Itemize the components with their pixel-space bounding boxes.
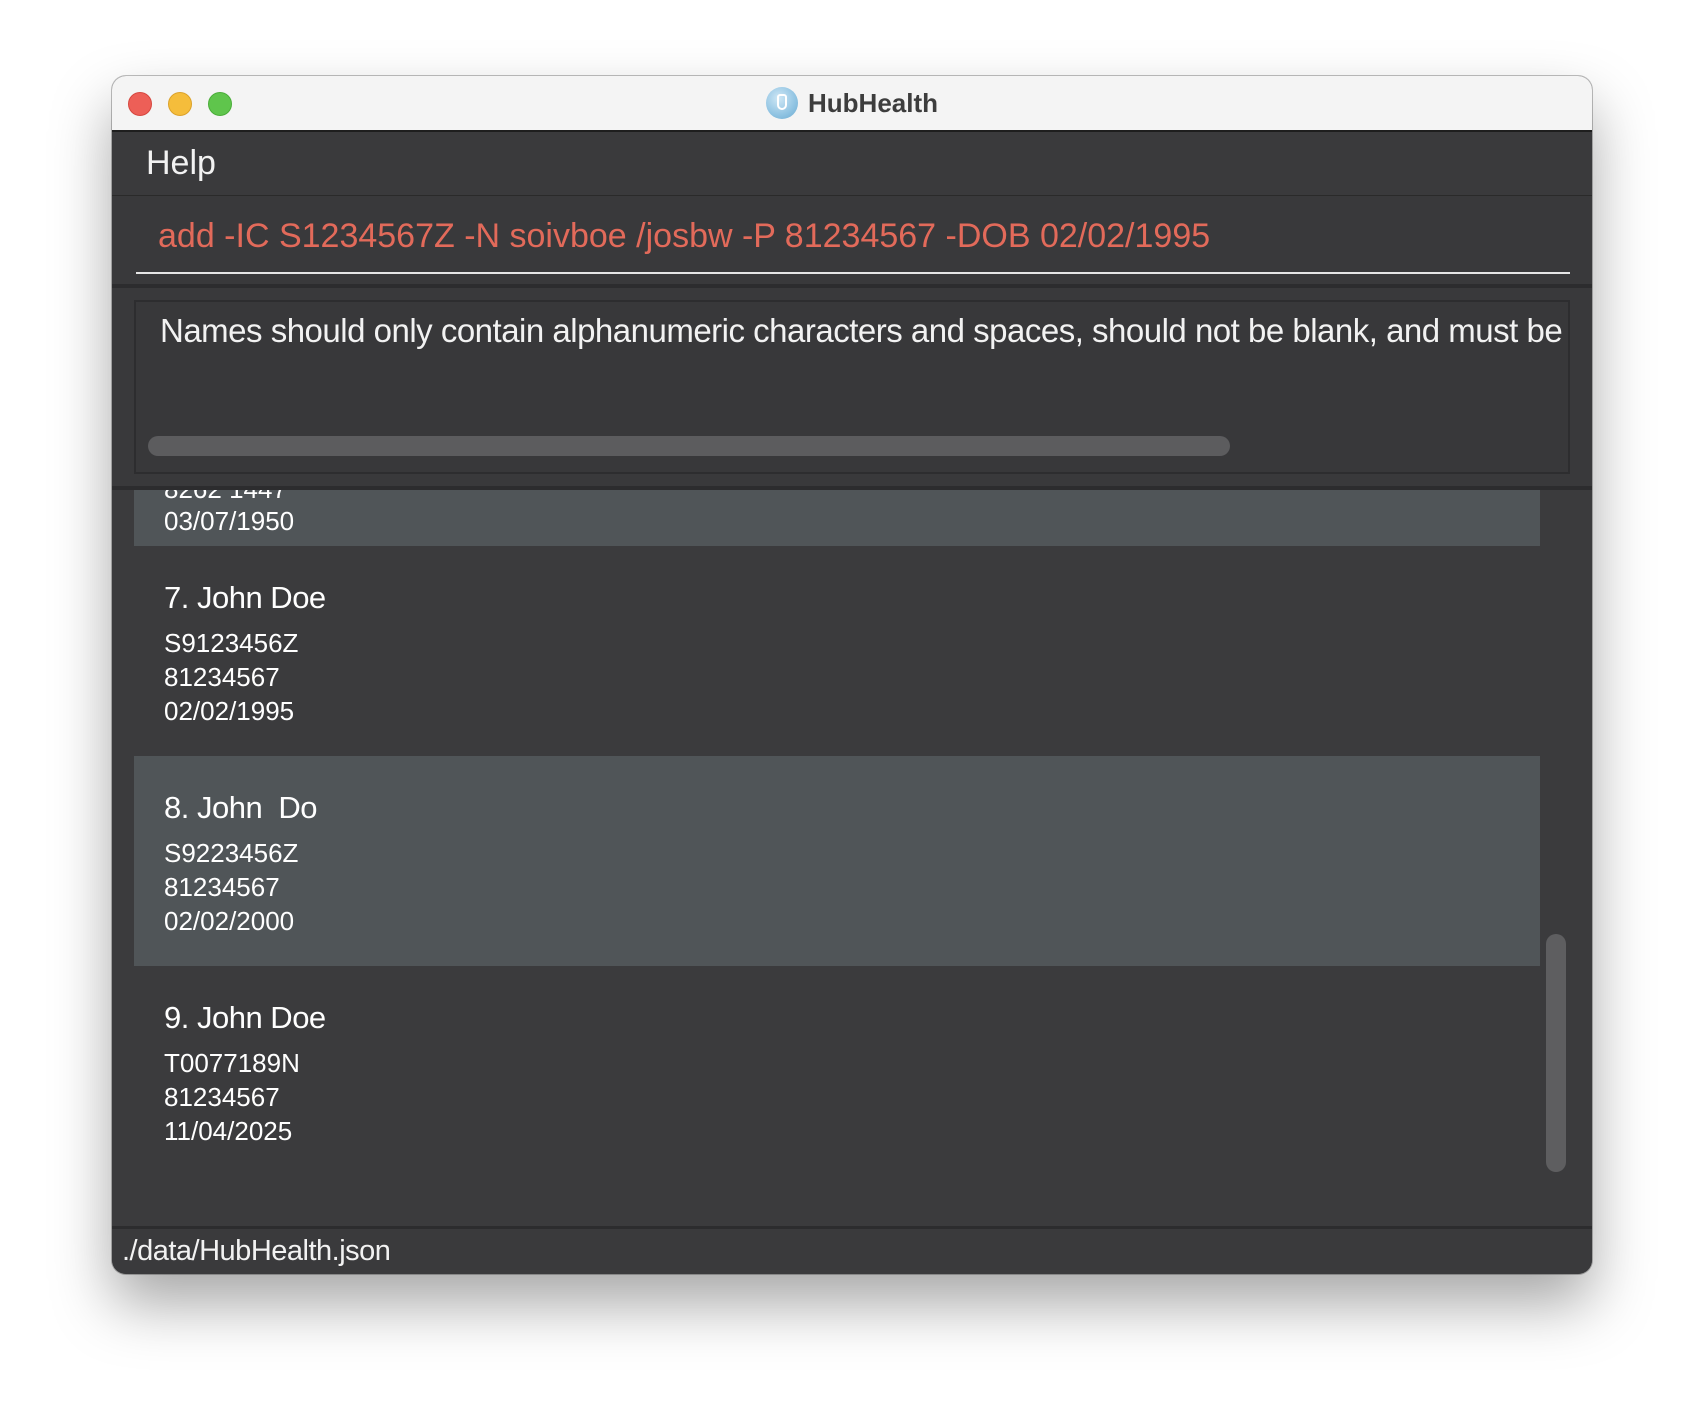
- status-bar: ./data/HubHealth.json: [112, 1226, 1592, 1274]
- patient-dob: 02/02/1995: [164, 696, 295, 726]
- command-box: [112, 196, 1592, 288]
- patient-name: 9. John Doe: [164, 1000, 326, 1035]
- window-title: HubHealth: [808, 87, 938, 118]
- patient-ic: S9123456Z: [164, 628, 299, 658]
- patient-phone: 81234567: [164, 872, 280, 902]
- patient-card-partial[interactable]: 8262 1447 03/07/1950: [134, 490, 1540, 546]
- patient-dob: 11/04/2025: [164, 1116, 293, 1146]
- patient-list[interactable]: 8262 1447 03/07/1950 7. John Doe S912345…: [134, 490, 1540, 1220]
- patient-ic: S9223456Z: [164, 838, 299, 868]
- window-title-group: HubHealth: [112, 76, 1592, 130]
- command-input[interactable]: [136, 200, 1570, 274]
- patient-card[interactable]: 9. John Doe T0077189N 81234567 11/04/202…: [134, 966, 1540, 1176]
- patient-ic: T0077189N: [164, 1048, 300, 1078]
- patient-dob: 02/02/2000: [164, 906, 295, 936]
- app-logo-icon: [766, 87, 798, 119]
- patient-card[interactable]: 8. John Do S9223456Z 81234567 02/02/2000: [134, 756, 1540, 966]
- patient-card-partial-clipped-line: 8262 1447: [164, 490, 287, 505]
- menu-bar: Help: [112, 132, 1592, 196]
- patient-name: 8. John Do: [164, 790, 318, 825]
- patient-list-vertical-scrollbar[interactable]: [1546, 934, 1566, 1172]
- app-window: HubHealth Help Names should only contain…: [112, 76, 1592, 1274]
- result-message: Names should only contain alphanumeric c…: [160, 312, 1563, 349]
- patient-card-partial-dob: 03/07/1950: [164, 506, 295, 536]
- patient-card[interactable]: 7. John Doe S9123456Z 81234567 02/02/199…: [134, 546, 1540, 756]
- result-text-area[interactable]: Names should only contain alphanumeric c…: [134, 300, 1570, 474]
- patient-phone: 81234567: [164, 1082, 280, 1112]
- patient-phone: 81234567: [164, 662, 280, 692]
- patient-list-panel: 8262 1447 03/07/1950 7. John Doe S912345…: [112, 490, 1592, 1234]
- result-display: Names should only contain alphanumeric c…: [112, 288, 1592, 490]
- menu-help[interactable]: Help: [146, 144, 216, 183]
- data-file-path: ./data/HubHealth.json: [122, 1235, 391, 1267]
- title-bar[interactable]: HubHealth: [112, 76, 1592, 132]
- patient-name: 7. John Doe: [164, 580, 326, 615]
- result-horizontal-scrollbar[interactable]: [148, 436, 1230, 456]
